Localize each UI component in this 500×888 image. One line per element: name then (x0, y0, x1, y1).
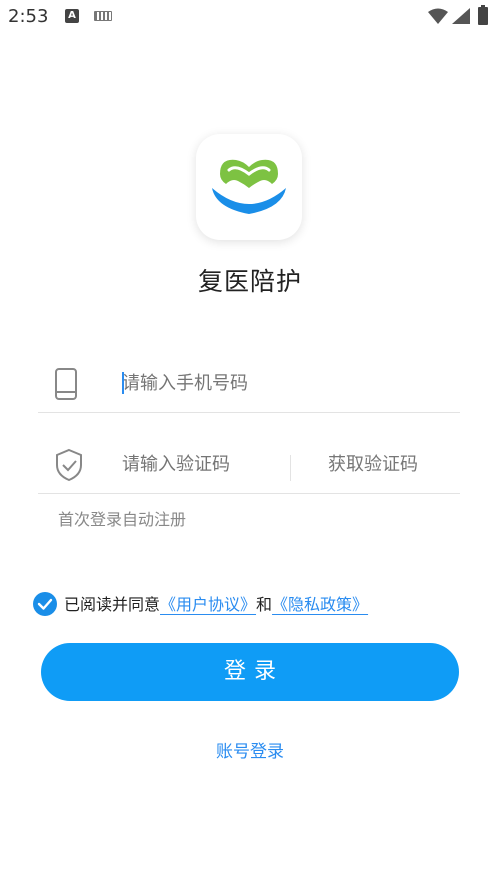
app-logo-icon (196, 134, 302, 240)
vertical-divider (290, 455, 291, 481)
agreement-checkbox[interactable] (33, 592, 57, 616)
agreement-text: 已阅读并同意《用户协议》和《隐私政策》 (64, 594, 368, 616)
privacy-policy-link[interactable]: 《隐私政策》 (272, 595, 368, 614)
keyboard-icon (94, 11, 112, 21)
wifi-icon (428, 8, 448, 28)
get-code-button[interactable]: 获取验证码 (328, 451, 418, 479)
account-login-link[interactable]: 账号登录 (0, 737, 500, 762)
login-button[interactable]: 登录 (41, 643, 459, 701)
user-agreement-link[interactable]: 《用户协议》 (160, 595, 256, 614)
text-cursor (122, 372, 124, 394)
shield-check-icon (54, 448, 84, 486)
verification-code-input[interactable] (122, 451, 282, 479)
auto-register-hint: 首次登录自动注册 (58, 510, 187, 529)
phone-icon (54, 367, 78, 405)
app-name: 复医陪护 (197, 267, 302, 296)
code-field-row: 获取验证码 (38, 437, 460, 494)
signal-icon (452, 8, 470, 28)
status-bar: 2:53 A (0, 0, 500, 34)
agreement-prefix: 已阅读并同意 (64, 595, 161, 614)
phone-field-row (38, 356, 460, 413)
phone-input[interactable] (122, 370, 442, 398)
a-notification-icon: A (65, 9, 79, 23)
battery-icon (478, 5, 488, 25)
agreement-and: 和 (256, 595, 273, 614)
status-time: 2:53 (8, 6, 49, 27)
